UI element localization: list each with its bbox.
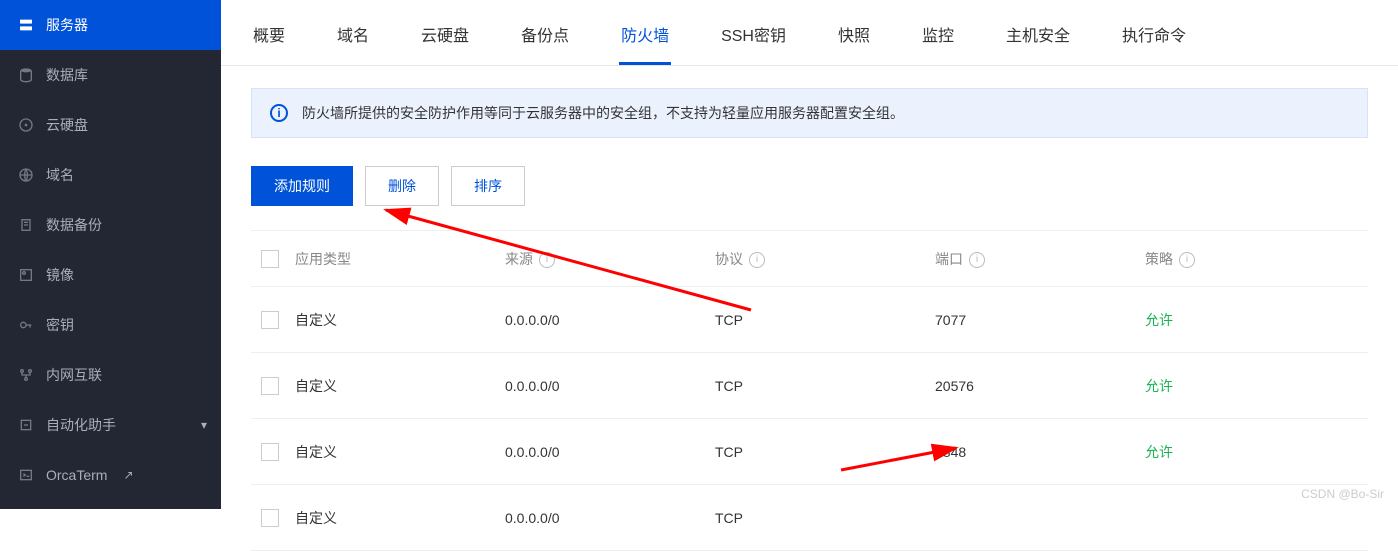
add-rule-button[interactable]: 添加规则 [251,166,353,206]
tab-snapshot[interactable]: 快照 [836,10,872,65]
toolbar: 添加规则 删除 排序 [251,166,1368,206]
table-row: 自定义 0.0.0.0/0 TCP [251,485,1368,551]
terminal-icon [18,467,34,483]
table-row: 自定义 0.0.0.0/0 TCP 8848 允许 [251,419,1368,485]
tabs: 概要 域名 云硬盘 备份点 防火墙 SSH密钥 快照 监控 主机安全 执行命令 [221,0,1398,66]
cell-policy: 允许 [1145,310,1368,330]
server-icon [18,17,34,33]
sort-button[interactable]: 排序 [451,166,525,206]
info-icon[interactable]: i [1179,252,1195,268]
select-all-checkbox[interactable] [261,250,279,268]
cell-policy: 允许 [1145,442,1368,462]
chevron-down-icon: ▾ [201,418,207,432]
sidebar-label: 镜像 [46,265,74,285]
image-icon [18,267,34,283]
sidebar-item-backup[interactable]: 数据备份 [0,200,221,250]
row-checkbox[interactable] [261,509,279,527]
sidebar-label: 内网互联 [46,365,102,385]
sidebar-item-domain[interactable]: 域名 [0,150,221,200]
cell-port: 8848 [935,444,1145,460]
row-checkbox[interactable] [261,377,279,395]
external-link-icon: ↗ [123,468,133,482]
row-checkbox[interactable] [261,311,279,329]
tab-overview[interactable]: 概要 [251,10,287,65]
sidebar-item-orcaterm[interactable]: OrcaTerm ↗ [0,450,221,500]
cell-proto: TCP [715,312,935,328]
backup-icon [18,217,34,233]
sidebar-label: 域名 [46,165,74,185]
cell-type: 自定义 [295,508,505,528]
notice-text: 防火墙所提供的安全防护作用等同于云服务器中的安全组，不支持为轻量应用服务器配置安… [302,103,904,123]
sidebar-item-database[interactable]: 数据库 [0,50,221,100]
database-icon [18,67,34,83]
sidebar-label: 数据备份 [46,215,102,235]
col-policy: 策略i [1145,249,1368,269]
table-header: 应用类型 来源i 协议i 端口i 策略i [251,231,1368,287]
cell-type: 自定义 [295,310,505,330]
globe-icon [18,167,34,183]
cell-source: 0.0.0.0/0 [505,444,715,460]
main-content: 概要 域名 云硬盘 备份点 防火墙 SSH密钥 快照 监控 主机安全 执行命令 … [221,0,1398,509]
cell-policy: 允许 [1145,376,1368,396]
cell-type: 自定义 [295,442,505,462]
sidebar-label: 自动化助手 [46,415,116,435]
cell-source: 0.0.0.0/0 [505,378,715,394]
rules-table: 应用类型 来源i 协议i 端口i 策略i 自定义 0.0.0.0/0 TCP 7… [251,230,1368,551]
cell-source: 0.0.0.0/0 [505,312,715,328]
sidebar-item-automation[interactable]: 自动化助手 ▾ [0,400,221,450]
tab-exec[interactable]: 执行命令 [1120,10,1188,65]
automation-icon [18,417,34,433]
cell-proto: TCP [715,444,935,460]
table-row: 自定义 0.0.0.0/0 TCP 20576 允许 [251,353,1368,419]
watermark: CSDN @Bo-Sir [1301,487,1384,501]
col-source: 来源i [505,249,715,269]
sidebar-label: 数据库 [46,65,88,85]
delete-button[interactable]: 删除 [365,166,439,206]
row-checkbox[interactable] [261,443,279,461]
sidebar-item-vpc[interactable]: 内网互联 [0,350,221,400]
cell-type: 自定义 [295,376,505,396]
info-icon[interactable]: i [539,252,555,268]
table-row: 自定义 0.0.0.0/0 TCP 7077 允许 [251,287,1368,353]
cell-proto: TCP [715,510,935,526]
tab-backup[interactable]: 备份点 [519,10,571,65]
sidebar-label: 密钥 [46,315,74,335]
disk-icon [18,117,34,133]
tab-sshkey[interactable]: SSH密钥 [719,10,788,65]
cell-port: 7077 [935,312,1145,328]
cell-source: 0.0.0.0/0 [505,510,715,526]
col-port: 端口i [935,249,1145,269]
key-icon [18,317,34,333]
info-icon: i [270,104,288,122]
info-icon[interactable]: i [969,252,985,268]
tab-security[interactable]: 主机安全 [1004,10,1072,65]
col-type: 应用类型 [295,249,505,269]
sidebar-item-image[interactable]: 镜像 [0,250,221,300]
cell-proto: TCP [715,378,935,394]
col-proto: 协议i [715,249,935,269]
cell-port: 20576 [935,378,1145,394]
sidebar-label: 云硬盘 [46,115,88,135]
sidebar: 服务器 数据库 云硬盘 域名 数据备份 镜像 密钥 内网互联 [0,0,221,509]
sidebar-label: 服务器 [46,15,88,35]
tab-monitor[interactable]: 监控 [920,10,956,65]
sidebar-item-disk[interactable]: 云硬盘 [0,100,221,150]
sidebar-item-server[interactable]: 服务器 [0,0,221,50]
tab-firewall[interactable]: 防火墙 [619,10,671,65]
network-icon [18,367,34,383]
sidebar-item-key[interactable]: 密钥 [0,300,221,350]
sidebar-label: OrcaTerm [46,467,107,483]
notice-banner: i 防火墙所提供的安全防护作用等同于云服务器中的安全组，不支持为轻量应用服务器配… [251,88,1368,138]
info-icon[interactable]: i [749,252,765,268]
tab-disk[interactable]: 云硬盘 [419,10,471,65]
tab-domain[interactable]: 域名 [335,10,371,65]
